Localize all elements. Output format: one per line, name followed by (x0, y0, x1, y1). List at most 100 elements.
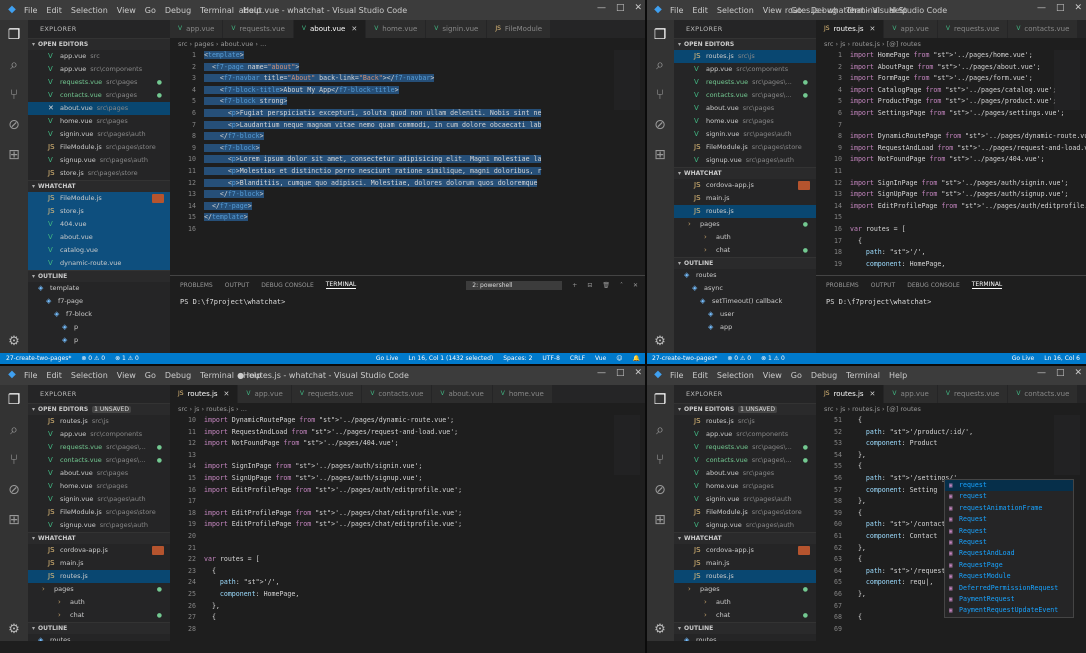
file-tree-item[interactable]: JS main.js (674, 557, 816, 570)
open-editor-item[interactable]: Vapp.vue src\components (28, 63, 170, 76)
extensions-icon[interactable]: ⊞ (0, 140, 28, 170)
menu-item-file[interactable]: File (670, 6, 683, 15)
breadcrumb[interactable]: src › pages › about.vue › ... (170, 38, 646, 50)
open-editor-item[interactable]: Vsignup.vue src\pages\auth (28, 154, 170, 167)
terminal-prompt[interactable]: PS D:\f7project\whatchat> (170, 294, 646, 310)
menu-item-go[interactable]: Go (791, 6, 802, 15)
project-header[interactable]: ▾ WHATCHAT (28, 180, 170, 192)
menu-item-selection[interactable]: Selection (717, 6, 754, 15)
open-editor-item[interactable]: Vrequests.vue src\pages\... ● (674, 441, 816, 454)
file-tree-item[interactable]: JS main.js (674, 192, 816, 205)
menu-item-go[interactable]: Go (145, 371, 156, 380)
menu-item-help[interactable]: Help (889, 6, 907, 15)
autocomplete-item[interactable]: ▣ RequestPage (945, 560, 1073, 571)
file-tree-item[interactable]: JS routes.js (28, 570, 170, 583)
folder-item[interactable]: › auth (28, 596, 170, 609)
outline-header[interactable]: ▾ OUTLINE (674, 622, 816, 634)
menu-item-file[interactable]: File (24, 6, 37, 15)
open-editors-header[interactable]: ▾ OPEN EDITORS (28, 38, 170, 50)
editor-tab[interactable]: Vrequests.vue (937, 20, 1009, 38)
open-editor-item[interactable]: Vrequests.vue src\pages\... ● (28, 441, 170, 454)
autocomplete-item[interactable]: ▣ RequestAndLoad (945, 548, 1073, 559)
menu-item-selection[interactable]: Selection (71, 6, 108, 15)
editor-tab[interactable]: Vapp.vue (884, 20, 938, 38)
autocomplete-item[interactable]: ▣ RequestModule (945, 571, 1073, 582)
open-editor-item[interactable]: Vabout.vue src\pages (674, 102, 816, 115)
source-control-icon[interactable]: ⑂ (0, 80, 28, 110)
open-editor-item[interactable]: Vabout.vue src\pages (674, 467, 816, 480)
extensions-icon[interactable]: ⊞ (0, 505, 28, 535)
maximize-icon[interactable]: □ (1056, 368, 1065, 378)
folder-item[interactable]: › chat ● (28, 609, 170, 622)
outline-item[interactable]: ◈ f7-block (28, 308, 170, 321)
editor-tab[interactable]: Vcontacts.vue (1008, 20, 1079, 38)
open-editor-item[interactable]: JS routes.js src\js (674, 50, 816, 63)
code-editor[interactable]: 1 2 3 4 5 6 7 8 9 10 11 12 13 14 15 16 17 18 19 import Home… (816, 50, 1086, 275)
open-editors-header[interactable]: ▾ OPEN EDITORS (674, 38, 816, 50)
outline-item[interactable]: ◈ routes (674, 269, 816, 282)
terminal-select[interactable]: 2: powershell (466, 280, 563, 290)
menu-item-debug[interactable]: Debug (165, 371, 191, 380)
open-editor-item[interactable]: ✕ about.vue src\pages (28, 102, 170, 115)
panel-tab-output[interactable]: OUTPUT (871, 282, 895, 289)
open-editor-item[interactable]: Vrequests.vue src\pages\... ● (674, 76, 816, 89)
editor-tab[interactable]: Vcontacts.vue (1008, 385, 1079, 403)
terminal-prompt[interactable]: PS D:\f7project\whatchat> (816, 294, 1086, 310)
outline-item[interactable]: ◈ f7-page (28, 295, 170, 308)
file-tree-item[interactable]: Vdynamic-route.vue (28, 257, 170, 270)
source-text[interactable]: import DynamicRoutePage from "st">'../pa… (204, 415, 646, 635)
panel-tab-problems[interactable]: PROBLEMS (180, 282, 213, 289)
open-editor-item[interactable]: Vcontacts.vue src\pages\... ● (674, 89, 816, 102)
split-terminal-icon[interactable]: ⊟ (587, 282, 592, 289)
chevron-up-icon[interactable]: ˄ (620, 282, 623, 289)
close-tab-icon[interactable]: ✕ (224, 385, 230, 403)
file-tree-item[interactable]: Vabout.vue (28, 231, 170, 244)
breadcrumb[interactable]: src › js › routes.js › [@] routes (816, 403, 1086, 415)
add-terminal-icon[interactable]: + (572, 282, 577, 289)
close-tab-icon[interactable]: ✕ (870, 385, 876, 403)
editor-tab[interactable]: JS routes.js ✕ (816, 385, 885, 403)
folder-item[interactable]: › pages ● (28, 583, 170, 596)
settings-gear-icon[interactable]: ⚙ (0, 622, 28, 637)
editor-tab[interactable]: Vabout.vue (432, 385, 493, 403)
file-tree-item[interactable]: JS FileModule.js (28, 192, 170, 205)
project-header[interactable]: ▾ WHATCHAT (674, 532, 816, 544)
menu-item-edit[interactable]: Edit (692, 371, 708, 380)
editor-tab[interactable]: Vrequests.vue (937, 385, 1009, 403)
maximize-icon[interactable]: □ (616, 368, 625, 378)
menu-item-view[interactable]: View (763, 6, 782, 15)
editor-tab[interactable]: Vapp.vue (238, 385, 292, 403)
settings-gear-icon[interactable]: ⚙ (646, 334, 674, 349)
minimize-icon[interactable]: — (1037, 368, 1046, 378)
autocomplete-item[interactable]: ▣ Request (945, 526, 1073, 537)
minimap[interactable] (614, 50, 640, 110)
code-editor[interactable]: 10 11 12 13 14 15 16 17 18 19 20 21 22 23 24 25 26 27 28 im… (170, 415, 646, 653)
outline-item[interactable]: ◈ routes (674, 634, 816, 641)
minimap[interactable] (1054, 415, 1080, 475)
autocomplete-item[interactable]: ▣ DeferredPermissionRequest (945, 583, 1073, 594)
editor-tab[interactable]: JS FileModule (487, 20, 552, 38)
outline-item[interactable]: ◈ routes (28, 634, 170, 641)
editor-tab[interactable]: Vrequests.vue (291, 385, 363, 403)
panel-tab-problems[interactable]: PROBLEMS (826, 282, 859, 289)
files-icon[interactable]: ❐ (646, 385, 674, 415)
outline-header[interactable]: ▾ OUTLINE (28, 270, 170, 282)
file-tree-item[interactable]: Vcatalog.vue (28, 244, 170, 257)
menu-item-view[interactable]: View (763, 371, 782, 380)
outline-item[interactable]: ◈ async (674, 282, 816, 295)
menu-item-file[interactable]: File (670, 371, 683, 380)
open-editor-item[interactable]: Vapp.vue src (28, 50, 170, 63)
open-editor-item[interactable]: JS FileModule.js src\pages\store (28, 141, 170, 154)
folder-item[interactable]: › auth (674, 596, 816, 609)
project-header[interactable]: ▾ WHATCHAT (28, 532, 170, 544)
outline-item[interactable]: ◈ setTimeout() callback (674, 295, 816, 308)
open-editors-header[interactable]: ▾ OPEN EDITORS 1 UNSAVED (674, 403, 816, 415)
panel-tab-terminal[interactable]: TERMINAL (325, 281, 357, 289)
autocomplete-item[interactable]: ▣ requestAnimationFrame (945, 503, 1073, 514)
minimize-icon[interactable]: — (597, 3, 606, 13)
menu-item-view[interactable]: View (117, 6, 136, 15)
source-control-icon[interactable]: ⑂ (646, 80, 674, 110)
editor-tab[interactable]: Vsignin.vue (426, 20, 488, 38)
panel-tab-terminal[interactable]: TERMINAL (971, 281, 1003, 289)
panel-tab-output[interactable]: OUTPUT (225, 282, 249, 289)
